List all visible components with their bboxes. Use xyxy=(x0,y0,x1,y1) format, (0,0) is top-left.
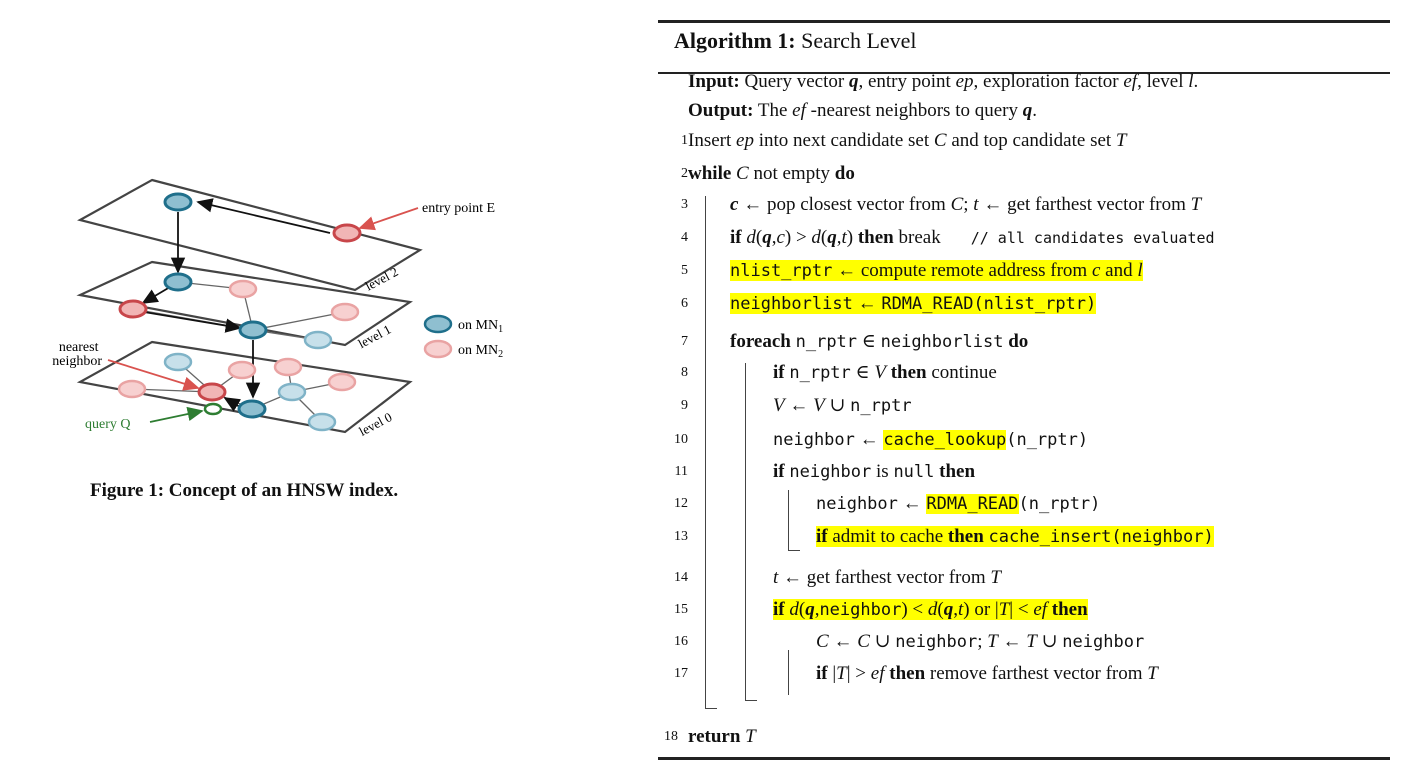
algo-line-17: 17 if |T| > ef then remove farthest vect… xyxy=(674,663,1158,684)
node-level1 xyxy=(118,299,148,319)
algo-line-6: 6 neighborlist ← RDMA_READ(nlist_rptr) xyxy=(681,293,1097,314)
legend-mn1-label: on MN1 xyxy=(458,318,503,335)
foreach-scope-end xyxy=(745,700,757,701)
algo-line-10: 10 neighbor ← cache_lookup(n_rptr) xyxy=(674,429,1089,450)
algorithm-title: Algorithm 1: Search Level xyxy=(674,28,917,53)
nearest-neighbor-label: nearest neighbor xyxy=(52,340,102,369)
if-null-scope-end xyxy=(788,550,800,551)
bottom-rule xyxy=(658,757,1390,760)
node-level0 xyxy=(237,399,267,419)
node-level2-blue xyxy=(163,192,193,212)
node-level0 xyxy=(327,372,357,392)
entry-point-label: entry point E xyxy=(422,201,495,216)
algo-line-12: 12 neighbor ← RDMA_READ(n_rptr) xyxy=(674,493,1101,514)
node-level0-nearest xyxy=(197,382,227,402)
node-level1 xyxy=(228,279,258,299)
algo-line-14: 14 t ← get farthest vector from T xyxy=(674,567,1001,588)
query-label: query Q xyxy=(85,417,131,432)
node-level0 xyxy=(273,357,303,377)
algo-line-2: 2 while C not empty do xyxy=(681,163,855,184)
query-arrow xyxy=(149,406,204,423)
while-scope-end xyxy=(705,708,717,709)
input-line: Input: Query vector q, entry point ep, e… xyxy=(688,71,1199,92)
algo-line-16: 16 C ← C ∪ neighbor; T ← T ∪ neighbor xyxy=(674,631,1145,652)
algo-line-8: 8 if n_rptr ∈ V then continue xyxy=(681,362,997,383)
hnsw-figure: entry point E nearest neighbor query Q l… xyxy=(52,178,503,439)
algo-line-11: 11 if neighbor is null then xyxy=(674,461,976,482)
algo-line-13: 13 if admit to cache then cache_insert(n… xyxy=(674,526,1214,547)
legend-mn2-label: on MN2 xyxy=(458,343,503,360)
algo-line-5: 5 nlist_rptr ← compute remote address fr… xyxy=(681,260,1143,281)
node-level1 xyxy=(163,272,193,292)
node-level0 xyxy=(163,352,193,372)
algo-line-1: 1 Insert ep into next candidate set C an… xyxy=(681,130,1127,151)
node-level1 xyxy=(303,330,333,350)
algo-line-9: 9 V ← V ∪ n_rptr xyxy=(681,395,912,416)
algo-line-15: 15 if d(q,neighbor) < d(q,t) or |T| < ef… xyxy=(674,599,1088,620)
node-level2-entry xyxy=(332,223,362,243)
node-level0 xyxy=(277,382,307,402)
output-line: Output: The ef -nearest neighbors to que… xyxy=(688,100,1037,121)
node-level0 xyxy=(117,379,147,399)
algorithm-box: Algorithm 1: Search Level Input: Query v… xyxy=(658,20,1390,760)
legend-mn1-swatch xyxy=(423,314,453,334)
algo-line-3: 3 c ← pop closest vector from C; t ← get… xyxy=(681,194,1202,215)
node-level0 xyxy=(227,360,257,380)
node-level1 xyxy=(330,302,360,322)
node-level1 xyxy=(238,320,268,340)
figure-caption: Figure 1: Concept of an HNSW index. xyxy=(90,480,399,501)
algo-line-18: 18 return T xyxy=(664,726,756,747)
legend-mn2-swatch xyxy=(423,339,453,359)
top-rule xyxy=(658,20,1390,23)
node-level0 xyxy=(307,412,337,432)
algo-line-4: 4 if d(q,c) > d(q,t) then break// all ca… xyxy=(681,227,1215,248)
entry-point-arrow xyxy=(358,207,419,231)
query-node xyxy=(203,402,223,416)
algo-line-7: 7 foreach n_rptr ∈ neighborlist do xyxy=(681,331,1029,352)
